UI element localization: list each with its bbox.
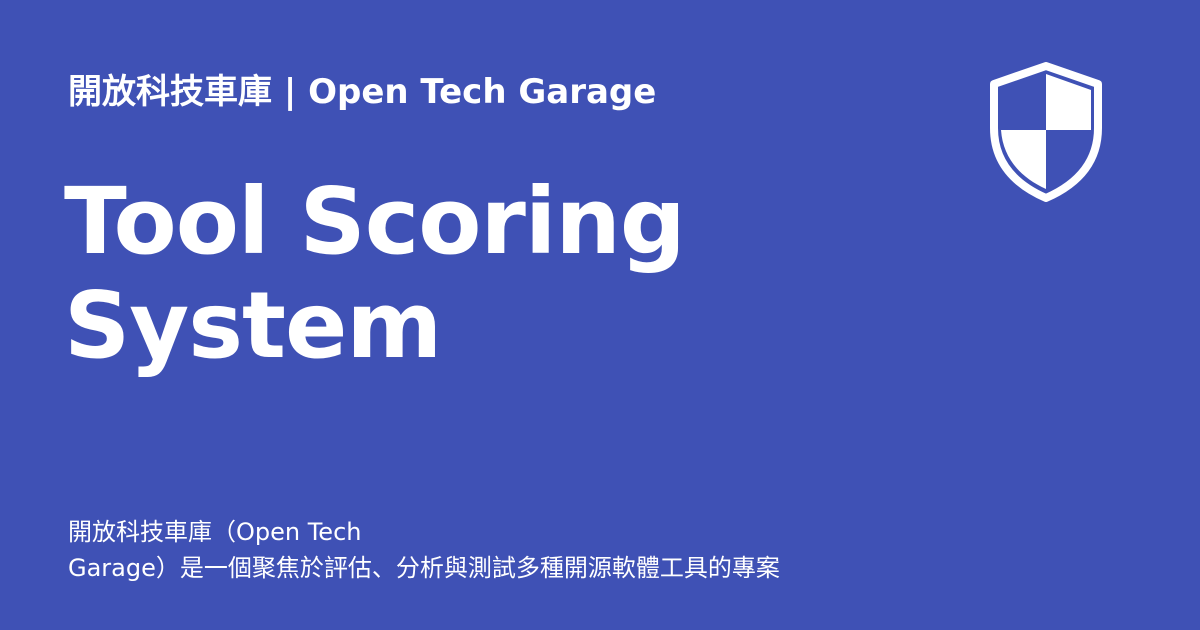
title-line-1: Tool Scoring: [64, 168, 686, 275]
description-line-2: Garage）是一個聚焦於評估、分析與測試多種開源軟體工具的專案: [68, 554, 780, 582]
description-line-1: 開放科技車庫（Open Tech: [68, 518, 362, 546]
project-description: 開放科技車庫（Open Tech Garage）是一個聚焦於評估、分析與測試多種…: [68, 514, 928, 586]
social-card: 開放科技車庫 | Open Tech Garage Tool Scoring S…: [0, 0, 1200, 630]
title-line-2: System: [64, 272, 442, 379]
page-title: Tool Scoring System: [64, 170, 824, 378]
shield-icon: [984, 62, 1108, 202]
brand-header: 開放科技車庫 | Open Tech Garage: [68, 72, 657, 112]
